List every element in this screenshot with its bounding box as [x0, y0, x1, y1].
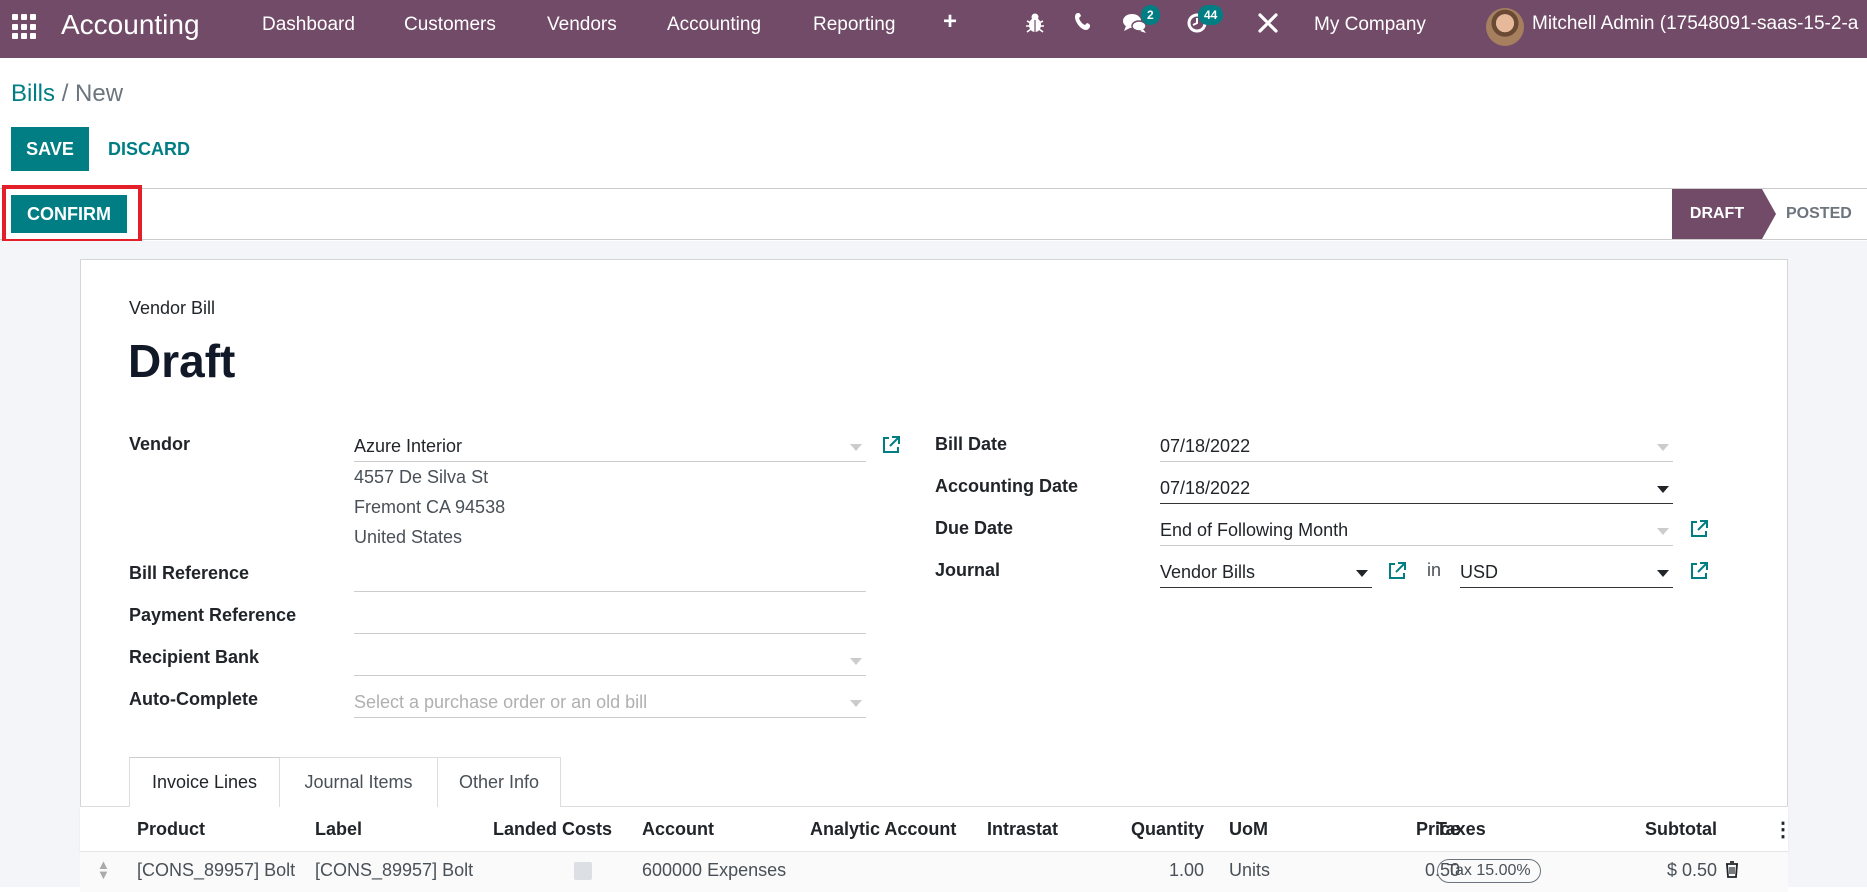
breadcrumb-separator: /	[61, 80, 69, 107]
document-title: Draft	[128, 335, 236, 387]
journal-dropdown-icon[interactable]	[1356, 570, 1368, 577]
col-landed-costs[interactable]: Landed Costs	[493, 819, 612, 840]
currency-in-label: in	[1427, 560, 1442, 580]
row-uom[interactable]: Units	[1229, 860, 1270, 881]
currency-value: USD	[1460, 562, 1499, 582]
status-bar	[0, 188, 1867, 240]
vendor-dropdown-icon[interactable]	[850, 444, 862, 451]
activities-badge: 44	[1198, 5, 1224, 25]
col-intrastat[interactable]: Intrastat	[987, 819, 1058, 840]
vendor-value: Azure Interior	[354, 436, 463, 456]
menu-reporting[interactable]: Reporting	[813, 14, 895, 36]
bill-date-dropdown-icon[interactable]	[1657, 444, 1669, 451]
breadcrumb: Bills / New	[11, 79, 123, 109]
discard-button[interactable]: DISCARD	[98, 127, 200, 171]
due-date-field[interactable]: End of Following Month	[1160, 516, 1673, 546]
vendor-address-country: United States	[354, 527, 463, 547]
delete-row-icon[interactable]	[1725, 860, 1739, 883]
due-date-external-link-icon[interactable]	[1689, 519, 1708, 537]
menu-customers[interactable]: Customers	[404, 14, 496, 36]
currency-dropdown-icon[interactable]	[1657, 570, 1669, 577]
recipient-bank-field[interactable]	[354, 646, 866, 676]
stage-draft: DRAFT	[1672, 189, 1776, 239]
accounting-date-value: 07/18/2022	[1160, 478, 1251, 498]
recipient-bank-dropdown-icon[interactable]	[850, 658, 862, 665]
tab-other-info[interactable]: Other Info	[437, 757, 561, 807]
save-button[interactable]: SAVE	[11, 127, 89, 171]
breadcrumb-bills[interactable]: Bills	[11, 80, 55, 107]
journal-label: Journal	[935, 560, 1001, 580]
breadcrumb-current: New	[75, 80, 124, 107]
bill-date-label: Bill Date	[935, 434, 1008, 454]
stage-posted[interactable]: POSTED	[1776, 189, 1852, 239]
col-taxes[interactable]: Taxes	[1436, 819, 1486, 840]
table-row[interactable]: ▲ ▼ [CONS_89957] Bolt [CONS_89957] Bolt 6…	[80, 852, 1788, 892]
drag-handle-icon[interactable]: ▲ ▼	[97, 858, 110, 881]
journal-external-link-icon[interactable]	[1387, 561, 1406, 579]
row-quantity[interactable]: 1.00	[1080, 860, 1204, 881]
invoice-lines-header: Product Label Landed Costs Account Analy…	[80, 807, 1793, 852]
recipient-bank-label: Recipient Bank	[129, 647, 260, 667]
tax-badge: Tax 15.00%	[1437, 859, 1541, 883]
row-label[interactable]: [CONS_89957] Bolt	[315, 860, 473, 881]
app-menu-icon[interactable]	[12, 14, 38, 40]
app-name[interactable]: Accounting	[61, 8, 200, 42]
row-account[interactable]: 600000 Expenses	[642, 860, 786, 881]
currency-field[interactable]: USD	[1460, 558, 1673, 588]
accounting-date-dropdown-icon[interactable]	[1657, 486, 1669, 493]
document-type: Vendor Bill	[129, 298, 216, 318]
menu-accounting[interactable]: Accounting	[667, 14, 761, 36]
bill-date-field[interactable]: 07/18/2022	[1160, 432, 1673, 462]
phone-icon[interactable]	[1075, 12, 1093, 38]
auto-complete-field[interactable]: Select a purchase order or an old bill	[354, 688, 866, 718]
col-subtotal[interactable]: Subtotal	[1600, 819, 1717, 840]
accounting-date-label: Accounting Date	[935, 476, 1079, 496]
auto-complete-label: Auto-Complete	[129, 689, 258, 709]
tab-invoice-lines[interactable]: Invoice Lines	[129, 757, 280, 808]
col-uom[interactable]: UoM	[1229, 819, 1268, 840]
col-quantity[interactable]: Quantity	[1080, 819, 1204, 840]
col-analytic-account[interactable]: Analytic Account	[810, 819, 956, 840]
currency-external-link-icon[interactable]	[1689, 561, 1708, 579]
journal-field[interactable]: Vendor Bills	[1160, 558, 1372, 588]
auto-complete-placeholder: Select a purchase order or an old bill	[354, 692, 648, 712]
due-date-dropdown-icon[interactable]	[1657, 528, 1669, 535]
vendor-field[interactable]: Azure Interior	[354, 432, 866, 462]
user-avatar[interactable]	[1486, 8, 1524, 46]
bill-date-value: 07/18/2022	[1160, 436, 1251, 456]
row-taxes[interactable]: Tax 15.00%	[1437, 859, 1541, 883]
menu-vendors[interactable]: Vendors	[547, 14, 617, 36]
due-date-value: End of Following Month	[1160, 520, 1349, 540]
bug-icon[interactable]	[1025, 12, 1045, 40]
vendor-address-street: 4557 De Silva St	[354, 467, 489, 487]
due-date-label: Due Date	[935, 518, 1014, 538]
top-navbar: Accounting Dashboard Customers Vendors A…	[0, 0, 1867, 58]
row-landed-costs-checkbox[interactable]	[574, 862, 592, 880]
plus-icon[interactable]: +	[943, 10, 957, 34]
bill-reference-label: Bill Reference	[129, 563, 250, 583]
company-switcher[interactable]: My Company	[1314, 14, 1426, 36]
col-label[interactable]: Label	[315, 819, 362, 840]
confirm-button[interactable]: CONFIRM	[11, 195, 127, 233]
settings-tools-icon[interactable]	[1257, 12, 1279, 40]
user-menu[interactable]: Mitchell Admin (17548091-saas-15-2-a	[1532, 13, 1858, 35]
auto-complete-dropdown-icon[interactable]	[850, 700, 862, 707]
messages-badge: 2	[1141, 5, 1160, 25]
vendor-label: Vendor	[129, 434, 191, 454]
payment-reference-input[interactable]	[354, 604, 866, 634]
col-account[interactable]: Account	[642, 819, 714, 840]
row-subtotal: $ 0.50	[1666, 860, 1717, 880]
col-product[interactable]: Product	[137, 819, 205, 840]
tab-journal-items[interactable]: Journal Items	[280, 757, 438, 807]
bill-reference-input[interactable]	[354, 562, 866, 592]
journal-value: Vendor Bills	[1160, 562, 1256, 582]
accounting-date-field[interactable]: 07/18/2022	[1160, 474, 1673, 504]
optional-columns-icon[interactable]: ⋮	[1773, 817, 1793, 842]
row-product[interactable]: [CONS_89957] Bolt	[137, 860, 295, 881]
vendor-external-link-icon[interactable]	[881, 435, 900, 453]
menu-dashboard[interactable]: Dashboard	[262, 14, 355, 36]
payment-reference-label: Payment Reference	[129, 605, 297, 625]
vendor-address-city: Fremont CA 94538	[354, 497, 506, 517]
